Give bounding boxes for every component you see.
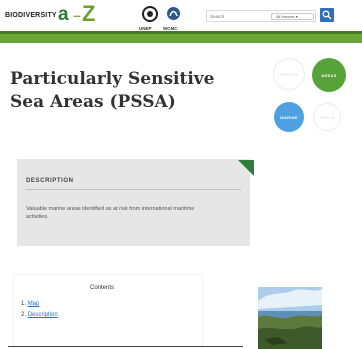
contents-item-number: 2. bbox=[21, 312, 27, 318]
search-button[interactable] bbox=[320, 8, 334, 22]
nav-circle-areas[interactable]: Areas bbox=[312, 58, 346, 92]
contents-box: Contents 1. Map 2. Description bbox=[14, 275, 202, 349]
logo-a-letter[interactable]: a bbox=[58, 4, 70, 26]
contents-link-description[interactable]: Description bbox=[28, 312, 58, 318]
nav-circle-species[interactable]: Species bbox=[273, 58, 305, 90]
logo-text[interactable]: BIODIVERSITY bbox=[5, 12, 57, 19]
landscape-image bbox=[258, 287, 322, 349]
search-bar: All themes ▾ bbox=[206, 10, 316, 22]
search-input[interactable] bbox=[210, 11, 270, 21]
contents-title: Contents bbox=[90, 285, 115, 291]
nav-circle-tools[interactable]: Tools bbox=[313, 103, 341, 131]
section-divider bbox=[8, 346, 243, 347]
contents-item: 1. Map bbox=[21, 301, 39, 307]
area-photo bbox=[258, 287, 322, 349]
brand-bar bbox=[0, 34, 362, 43]
description-card: DESCRIPTION Valuable marine areas identi… bbox=[17, 159, 254, 246]
corner-triangle-icon bbox=[238, 160, 254, 176]
unep-logo-icon[interactable] bbox=[142, 6, 158, 22]
description-divider bbox=[26, 189, 241, 190]
wcmc-logo-icon[interactable] bbox=[166, 5, 181, 22]
search-icon bbox=[322, 10, 332, 20]
description-heading: DESCRIPTION bbox=[26, 178, 74, 184]
description-text: Valuable marine areas identified as at r… bbox=[26, 206, 195, 220]
contents-item-number: 1. bbox=[21, 301, 27, 307]
nav-circle-marine[interactable]: Marine bbox=[274, 102, 304, 132]
theme-select[interactable]: All themes ▾ bbox=[271, 13, 314, 20]
logo-z-letter[interactable]: Z bbox=[82, 3, 95, 25]
contents-item: 2. Description bbox=[21, 312, 58, 318]
contents-link-map[interactable]: Map bbox=[28, 301, 40, 307]
site-header: BIODIVERSITY a – Z UNEP WCMC All themes … bbox=[0, 0, 362, 34]
logo-dash: – bbox=[73, 7, 81, 23]
page-title: Particularly Sensitive Sea Areas (PSSA) bbox=[10, 69, 215, 112]
